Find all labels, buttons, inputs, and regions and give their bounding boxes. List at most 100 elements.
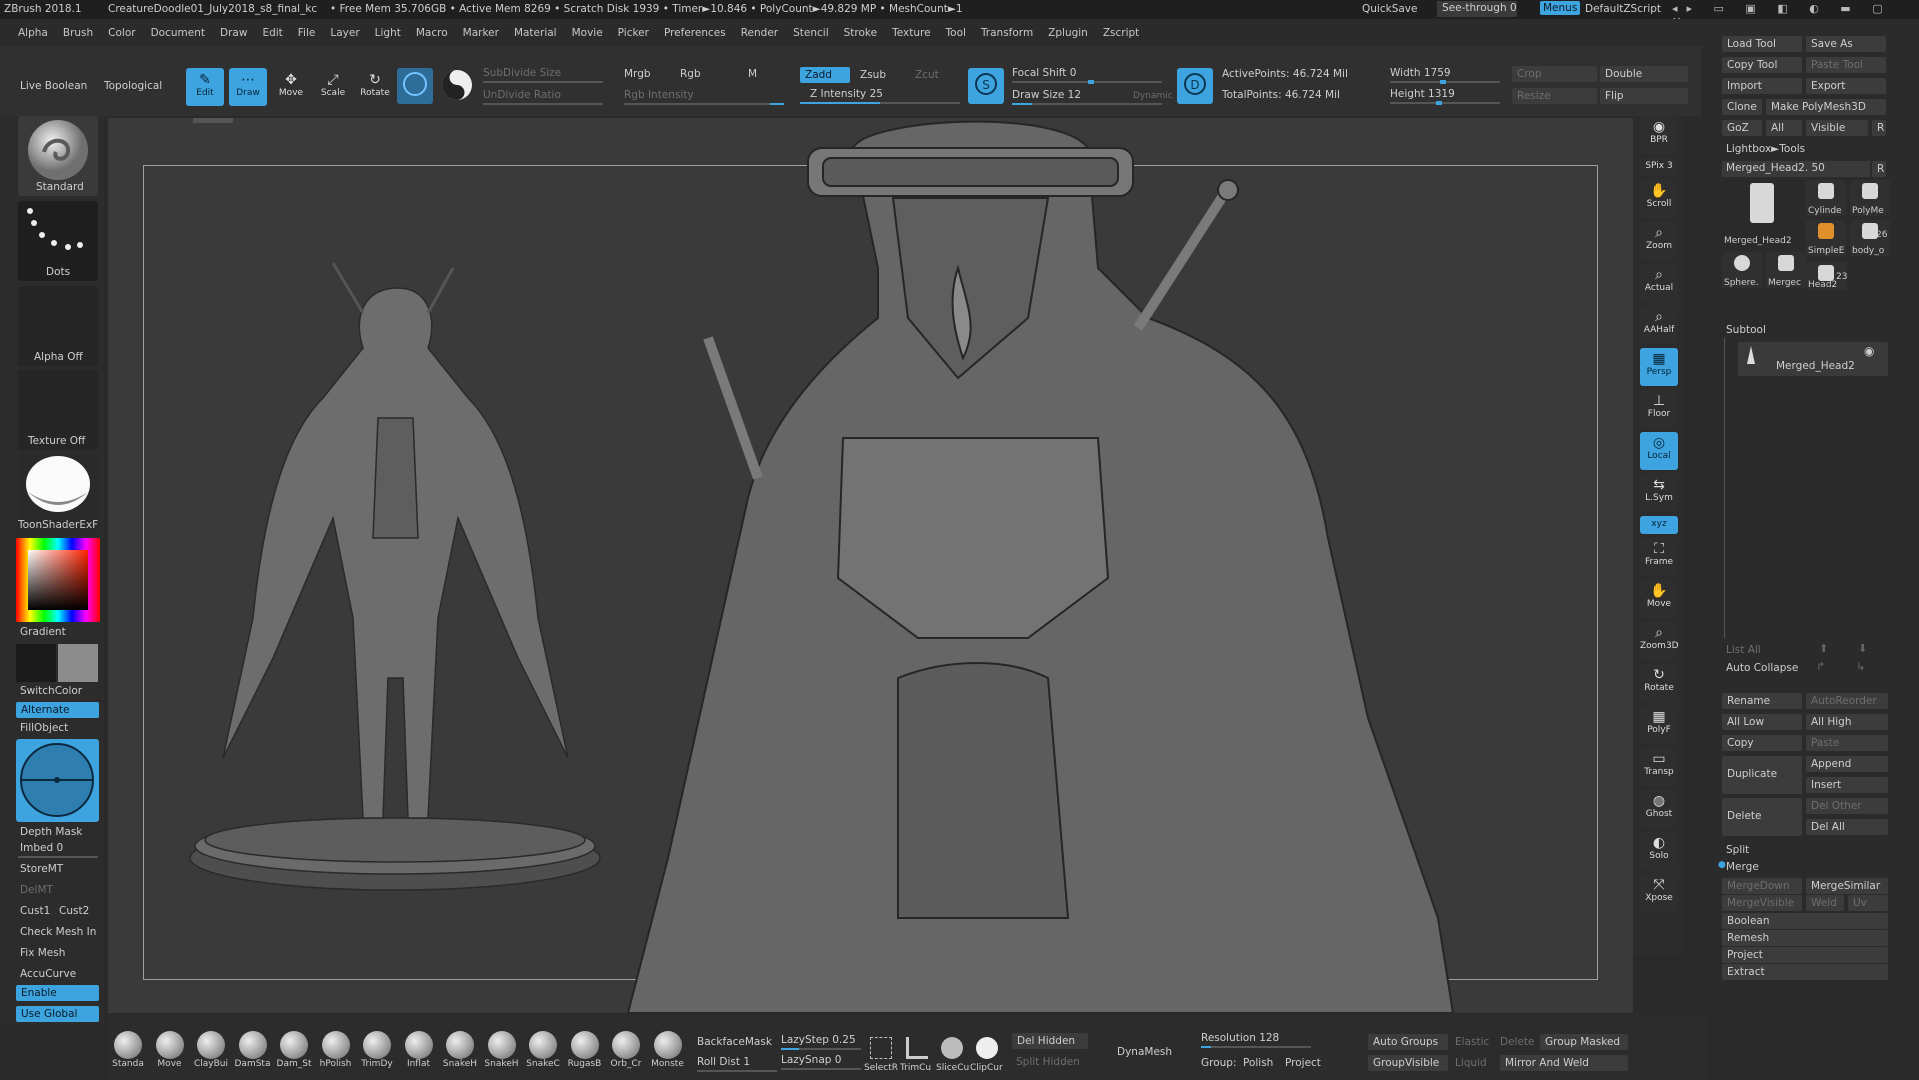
menu-alpha[interactable]: Alpha [18,27,48,39]
brush-slot-9[interactable]: SnakeH [482,1027,522,1075]
mrgb-button[interactable]: Mrgb [624,68,651,80]
visible-button[interactable]: Visible [1806,120,1868,136]
resolution-slider[interactable]: Resolution 128 [1201,1032,1279,1044]
shelf-frame-button[interactable]: ⛶ Frame [1640,538,1678,576]
project-button[interactable]: Project [1285,1057,1321,1069]
menu-preferences[interactable]: Preferences [664,27,726,39]
shelf-local-button[interactable]: ◎ Local [1640,432,1678,470]
depth-mask-dial[interactable] [16,739,99,822]
menu-transform[interactable]: Transform [981,27,1033,39]
all-low-button[interactable]: All Low [1722,714,1802,730]
lightbox-tools-button[interactable]: Lightbox►Tools [1726,143,1805,155]
menu-stroke[interactable]: Stroke [844,27,877,39]
move-down-icon[interactable]: ↳ [1856,660,1865,673]
menu-zscript[interactable]: Zscript [1103,27,1139,39]
rename-button[interactable]: Rename [1722,693,1802,709]
tool-thumb-mergec[interactable]: Mergec [1766,252,1806,288]
dynamic-d-icon[interactable]: D [1177,68,1213,104]
merge-down-button[interactable]: MergeDown [1722,878,1802,894]
fix-mesh-button[interactable]: Fix Mesh [20,947,65,959]
flip-button[interactable]: Flip [1600,88,1688,104]
zsub-button[interactable]: Zsub [860,69,886,81]
clone-button[interactable]: Clone [1722,99,1762,115]
mode-move-button[interactable]: ✥ Move [272,68,310,106]
live-boolean-button[interactable]: Live Boolean [20,80,87,92]
menu-movie[interactable]: Movie [572,27,603,39]
menu-brush[interactable]: Brush [63,27,93,39]
material-thumbnail[interactable]: ToonShaderExF [18,454,98,534]
menu-texture[interactable]: Texture [892,27,930,39]
cust2-button[interactable]: Cust2 [59,905,89,917]
mode-rotate-button[interactable]: ↻ Rotate [356,68,394,106]
mirror-and-weld-button[interactable]: Mirror And Weld [1500,1055,1628,1071]
roll-dist-slider[interactable]: Roll Dist 1 [697,1056,750,1068]
imbed-slider[interactable]: Imbed 0 [20,842,63,854]
menu-render[interactable]: Render [741,27,778,39]
rgb-intensity-slider[interactable]: Rgb Intensity [624,89,694,101]
cust1-button[interactable]: Cust1 [20,905,50,917]
save-as-button[interactable]: Save As [1806,36,1886,52]
current-tool-slider[interactable]: Merged_Head2. 50 [1722,161,1870,177]
menu-picker[interactable]: Picker [618,27,649,39]
shelf-rotate-button[interactable]: ↻ Rotate [1640,664,1678,702]
tool-thumb-polyme[interactable]: PolyMe [1850,180,1890,216]
group-masked-button[interactable]: Group Masked [1540,1034,1628,1050]
menu-light[interactable]: Light [375,27,401,39]
brush-slot-11[interactable]: RugasB [565,1027,605,1075]
switch-color-button[interactable]: SwitchColor [20,685,82,697]
goz-button[interactable]: GoZ [1722,120,1762,136]
slice-curve-icon[interactable] [941,1037,963,1059]
alternate-button[interactable]: Alternate [16,702,99,718]
uv-button[interactable]: Uv [1848,895,1888,911]
tool-thumb-cylinde[interactable]: Cylinde [1806,180,1846,216]
shelf-xpose-button[interactable]: ⤧ Xpose [1640,874,1678,912]
copy-tool-button[interactable]: Copy Tool [1722,57,1802,73]
all-button[interactable]: All [1766,120,1802,136]
shelf-actual-button[interactable]: ⌕ Actual [1640,264,1678,302]
append-button[interactable]: Append [1806,756,1888,772]
brush-slot-10[interactable]: SnakeC [523,1027,563,1075]
lazysnap-slider[interactable]: LazySnap 0 [781,1054,841,1066]
auto-collapse-button[interactable]: Auto Collapse [1726,662,1798,674]
circle-mode-icon[interactable] [397,68,433,104]
merge-section[interactable]: Merge [1726,861,1759,873]
mode-draw-button[interactable]: ⋯ Draw [229,68,267,106]
arrow-down-icon[interactable]: ⬇ [1858,642,1867,655]
menu-material[interactable]: Material [514,27,557,39]
menu-draw[interactable]: Draw [220,27,247,39]
mode-scale-button[interactable]: ⤢ Scale [314,68,352,106]
tool-thumb-sphere-[interactable]: Sphere. [1722,252,1762,288]
resize-button[interactable]: Resize [1512,88,1597,104]
alpha-thumbnail[interactable]: Alpha Off [18,286,98,366]
brush-slot-3[interactable]: DamSta [233,1027,273,1075]
dynamic-toggle[interactable]: Dynamic [1133,91,1173,101]
menu-tool[interactable]: Tool [946,27,966,39]
tool-thumb-simplee[interactable]: SimpleE [1806,220,1846,256]
delete-button[interactable]: Delete [1722,798,1802,836]
menu-layer[interactable]: Layer [330,27,359,39]
import-button[interactable]: Import [1722,78,1802,94]
brush-slot-8[interactable]: SnakeH [440,1027,480,1075]
shelf-floor-button[interactable]: ⊥ Floor [1640,390,1678,428]
subdivide-size-slider[interactable]: SubDivide Size [483,67,561,79]
clip-curve-icon[interactable] [976,1037,998,1059]
weld-button[interactable]: Weld [1806,895,1844,911]
focal-shift-slider[interactable]: Focal Shift 0 [1012,67,1076,79]
subtool-item[interactable]: ◉ Merged_Head2 [1738,342,1888,376]
shelf-persp-button[interactable]: ▦ Persp [1640,348,1678,386]
use-global-button[interactable]: Use Global [16,1006,99,1022]
project-section[interactable]: Project [1722,947,1888,963]
menu-zplugin[interactable]: Zplugin [1048,27,1088,39]
all-high-button[interactable]: All High [1806,714,1888,730]
menu-macro[interactable]: Macro [416,27,448,39]
dynamesh-button[interactable]: DynaMesh [1117,1046,1172,1058]
menu-color[interactable]: Color [108,27,135,39]
main-color-swatch[interactable] [16,644,56,682]
accucurve-button[interactable]: AccuCurve [20,968,76,980]
brush-slot-13[interactable]: Monste [648,1027,688,1075]
store-mt-button[interactable]: StoreMT [20,863,63,875]
export-button[interactable]: Export [1806,78,1886,94]
menu-document[interactable]: Document [151,27,205,39]
enable-button[interactable]: Enable [16,985,99,1001]
default-zscript-button[interactable]: DefaultZScript [1585,3,1661,15]
